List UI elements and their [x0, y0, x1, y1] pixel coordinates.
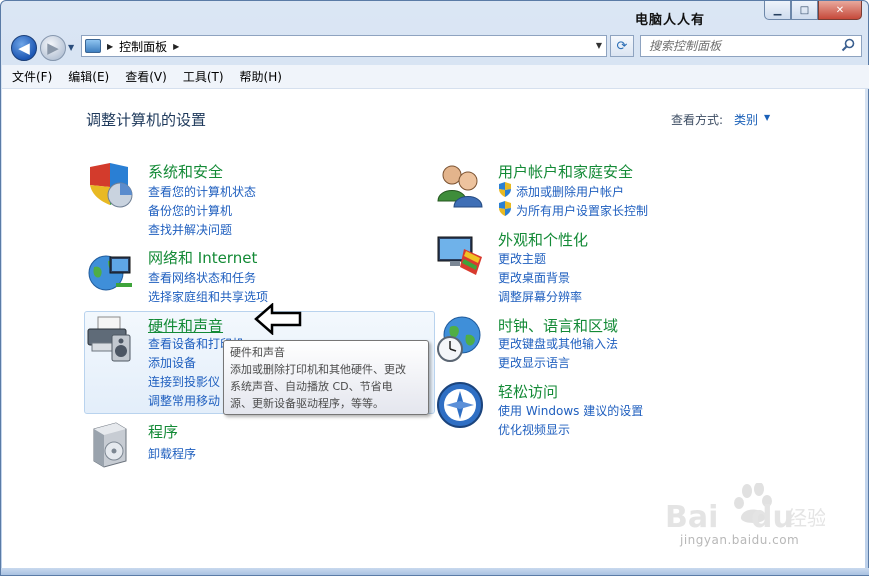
tooltip-line: 源、更新设备驱动程序，等等。 — [230, 397, 384, 410]
link-backup-computer[interactable]: 备份您的计算机 — [148, 202, 232, 219]
view-by-chevron-icon[interactable]: ▼ — [764, 113, 770, 122]
network-globe-icon[interactable] — [86, 247, 134, 295]
control-panel-icon — [85, 39, 101, 53]
link-add-remove-accounts[interactable]: 添加或删除用户帐户 — [516, 183, 624, 200]
menu-bar: 文件(F) 编辑(E) 查看(V) 工具(T) 帮助(H) — [2, 65, 869, 89]
link-change-desktop-background[interactable]: 更改桌面背景 — [498, 269, 570, 286]
baidu-watermark-url: jingyan.baidu.com — [680, 533, 800, 547]
category-title-ease-of-access[interactable]: 轻松访问 — [498, 381, 558, 402]
link-change-display-language[interactable]: 更改显示语言 — [498, 354, 570, 371]
annotation-arrow-icon — [254, 303, 302, 335]
category-title-user-accounts[interactable]: 用户帐户和家庭安全 — [498, 161, 633, 182]
category-appearance: 外观和个性化 更改主题 更改桌面背景 调整屏幕分辨率 — [436, 229, 766, 304]
category-title-appearance[interactable]: 外观和个性化 — [498, 229, 588, 250]
link-network-status[interactable]: 查看网络状态和任务 — [148, 269, 256, 286]
printer-speaker-icon[interactable] — [86, 315, 134, 363]
breadcrumb-chevron-icon[interactable]: ▶ — [107, 42, 113, 51]
menu-help[interactable]: 帮助(H) — [240, 68, 282, 85]
users-icon[interactable] — [436, 161, 484, 209]
link-view-computer-status[interactable]: 查看您的计算机状态 — [148, 183, 256, 200]
link-change-keyboard-input[interactable]: 更改键盘或其他输入法 — [498, 335, 618, 352]
link-windows-suggested-settings[interactable]: 使用 Windows 建议的设置 — [498, 402, 643, 419]
content-pane: 调整计算机的设置 查看方式: 类别 ▼ 系统和安全 查看您的计算机状态 备份您的… — [2, 89, 865, 570]
view-by-dropdown[interactable]: 类别 — [734, 111, 758, 128]
menu-file[interactable]: 文件(F) — [12, 68, 52, 85]
title-bar: 电脑人人有 ▁ □ ✕ — [1, 1, 868, 29]
category-network-internet: 网络和 Internet 查看网络状态和任务 选择家庭组和共享选项 — [86, 247, 416, 305]
category-user-accounts: 用户帐户和家庭安全 添加或删除用户帐户 为所有用户设置家长控制 — [436, 161, 766, 221]
link-screen-resolution[interactable]: 调整屏幕分辨率 — [498, 288, 582, 305]
menu-edit[interactable]: 编辑(E) — [68, 68, 109, 85]
breadcrumb-chevron-icon[interactable]: ▶ — [173, 42, 179, 51]
monitor-palette-icon[interactable] — [436, 229, 484, 277]
uac-shield-icon — [499, 201, 511, 216]
svg-text:Bai: Bai — [665, 500, 718, 535]
ease-of-access-icon[interactable] — [436, 381, 484, 429]
globe-clock-icon[interactable] — [436, 315, 484, 363]
tooltip-body: 添加或删除打印机和其他硬件、更改 系统声音、自动播放 CD、节省电 源、更新设备… — [230, 361, 422, 412]
recent-pages-dropdown-icon[interactable]: ▼ — [68, 43, 74, 52]
category-title-system-security[interactable]: 系统和安全 — [148, 161, 223, 182]
minimize-button[interactable]: ▁ — [764, 1, 791, 20]
address-dropdown-icon[interactable]: ▼ — [596, 41, 602, 50]
category-title-network-internet[interactable]: 网络和 Internet — [148, 247, 257, 268]
search-input[interactable] — [649, 39, 845, 53]
tooltip-title: 硬件和声音 — [230, 346, 285, 359]
view-by-label: 查看方式: — [671, 113, 724, 127]
category-title-programs[interactable]: 程序 — [148, 421, 178, 442]
shield-icon[interactable] — [86, 161, 134, 209]
tooltip-line: 系统声音、自动播放 CD、节省电 — [230, 380, 393, 393]
menu-view[interactable]: 查看(V) — [125, 68, 167, 85]
category-title-clock-language-region[interactable]: 时钟、语言和区域 — [498, 315, 618, 336]
maximize-button[interactable]: □ — [791, 1, 818, 20]
hardware-tooltip: 硬件和声音 添加或删除打印机和其他硬件、更改 系统声音、自动播放 CD、节省电 … — [223, 340, 429, 415]
link-connect-projector[interactable]: 连接到投影仪 — [148, 373, 220, 390]
programs-box-icon[interactable] — [86, 421, 134, 469]
search-icon[interactable] — [841, 38, 855, 52]
caption-buttons: ▁ □ ✕ — [764, 1, 862, 20]
svg-text:经验: 经验 — [787, 506, 825, 530]
title-watermark: 电脑人人有 — [635, 13, 706, 28]
category-programs: 程序 卸载程序 — [86, 421, 386, 471]
close-button[interactable]: ✕ — [818, 1, 862, 20]
back-button[interactable]: ◀ — [11, 35, 37, 61]
address-bar[interactable]: ▶ 控制面板 ▶ ▼ — [81, 35, 607, 57]
link-optimize-visual-display[interactable]: 优化视频显示 — [498, 421, 570, 438]
forward-button[interactable]: ▶ — [40, 35, 66, 61]
link-homegroup-sharing[interactable]: 选择家庭组和共享选项 — [148, 288, 268, 305]
breadcrumb-control-panel[interactable]: 控制面板 — [119, 38, 167, 55]
category-clock-language-region: 时钟、语言和区域 更改键盘或其他输入法 更改显示语言 — [436, 315, 766, 370]
refresh-icon: ⟳ — [616, 38, 628, 54]
window-bottom-border — [1, 568, 869, 575]
control-panel-window: 电脑人人有 ▁ □ ✕ ◀ ▶ ▼ ▶ 控制面板 ▶ ▼ ⟳ 文件(F) — [0, 0, 869, 576]
link-uninstall-program[interactable]: 卸载程序 — [148, 445, 196, 462]
uac-shield-icon — [499, 182, 511, 197]
tooltip-line: 添加或删除打印机和其他硬件、更改 — [230, 363, 406, 376]
link-parental-controls[interactable]: 为所有用户设置家长控制 — [516, 202, 648, 219]
search-box[interactable] — [640, 35, 862, 57]
navigation-bar: ◀ ▶ ▼ ▶ 控制面板 ▶ ▼ ⟳ — [1, 29, 868, 65]
category-system-security: 系统和安全 查看您的计算机状态 备份您的计算机 查找并解决问题 — [86, 161, 416, 237]
category-title-hardware-sound[interactable]: 硬件和声音 — [148, 315, 223, 336]
link-change-theme[interactable]: 更改主题 — [498, 250, 546, 267]
category-ease-of-access: 轻松访问 使用 Windows 建议的设置 优化视频显示 — [436, 381, 766, 438]
refresh-button[interactable]: ⟳ — [610, 35, 634, 57]
link-mobility-settings[interactable]: 调整常用移动 — [148, 392, 220, 409]
link-add-device[interactable]: 添加设备 — [148, 354, 196, 371]
page-title: 调整计算机的设置 — [86, 111, 207, 129]
menu-tools[interactable]: 工具(T) — [183, 68, 224, 85]
link-troubleshoot[interactable]: 查找并解决问题 — [148, 221, 232, 238]
